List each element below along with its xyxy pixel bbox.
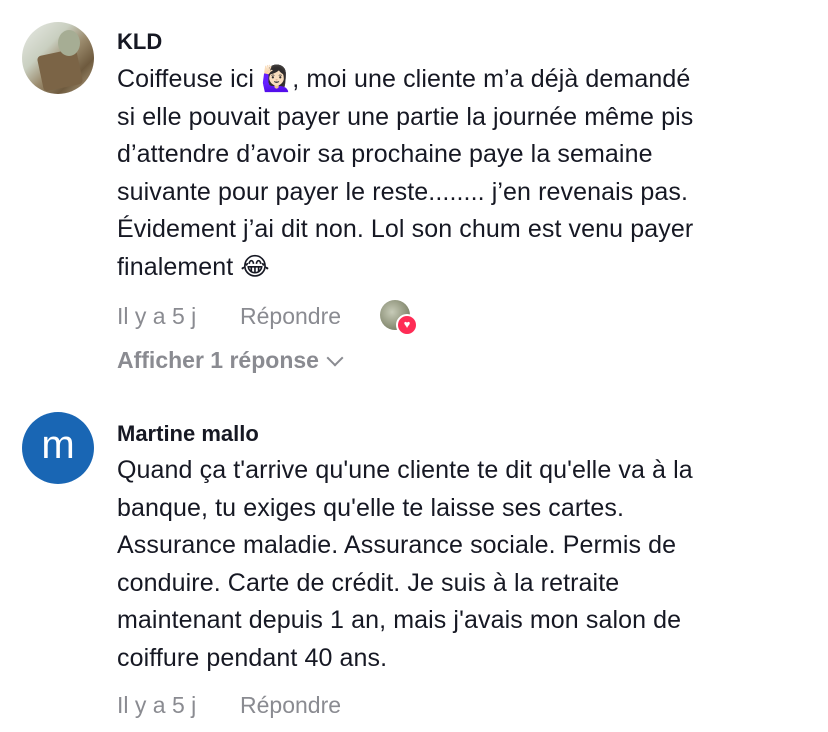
avatar-photo-detail — [58, 30, 80, 56]
avatar[interactable] — [22, 22, 94, 94]
comment-text-line: Assurance maladie. Assurance sociale. Pe… — [117, 531, 677, 560]
comment-text-line: si elle pouvait payer une partie la jour… — [117, 102, 694, 131]
comment-text: Coiffeuse ici 🙋🏻‍♀️, moi une cliente m’a… — [117, 61, 807, 287]
avatar[interactable]: m — [22, 412, 94, 484]
heart-icon: ♥ — [396, 314, 418, 336]
chevron-down-icon — [326, 349, 344, 366]
comment-text-line: Quand ça t'arrive qu'une cliente te dit … — [117, 456, 693, 484]
comment-text-line: banque, tu exiges qu'elle te laisse ses … — [117, 493, 624, 522]
comment-username[interactable]: Martine mallo — [117, 421, 259, 447]
comment-text: Quand ça t'arrive qu'une cliente te dit … — [117, 452, 807, 678]
comment-text-line: Évidement j’ai dit non. Lol son chum est… — [117, 215, 694, 244]
reply-button[interactable]: Répondre — [240, 692, 341, 719]
avatar-letter: m — [41, 422, 75, 467]
comment-username[interactable]: KLD — [117, 29, 162, 55]
avatar-photo-detail — [36, 48, 84, 92]
show-replies-label: Afficher 1 réponse — [117, 347, 319, 373]
comment-text-line: coiffure pendant 40 ans. — [117, 643, 388, 672]
comment-text-line: conduire. Carte de crédit. Je suis à la … — [117, 568, 620, 597]
comment-text-line: suivante pour payer le reste........ j’e… — [117, 177, 689, 206]
comment-text-line: maintenant depuis 1 an, mais j'avais mon… — [117, 606, 682, 635]
show-replies-button[interactable]: Afficher 1 réponse — [117, 347, 344, 374]
comment-timestamp: Il y a 5 j — [117, 303, 197, 329]
reply-button[interactable]: Répondre — [240, 303, 341, 330]
comment-text-line: finalement 😂 — [117, 252, 270, 281]
comment-text-line: Coiffeuse ici 🙋🏻‍♀️, moi une cliente m’a… — [117, 65, 691, 93]
comment-timestamp: Il y a 5 j — [117, 692, 197, 718]
comment-text-line: d’attendre d’avoir sa prochaine paye la … — [117, 140, 653, 169]
creator-liked-avatar: ♥ — [380, 300, 418, 336]
